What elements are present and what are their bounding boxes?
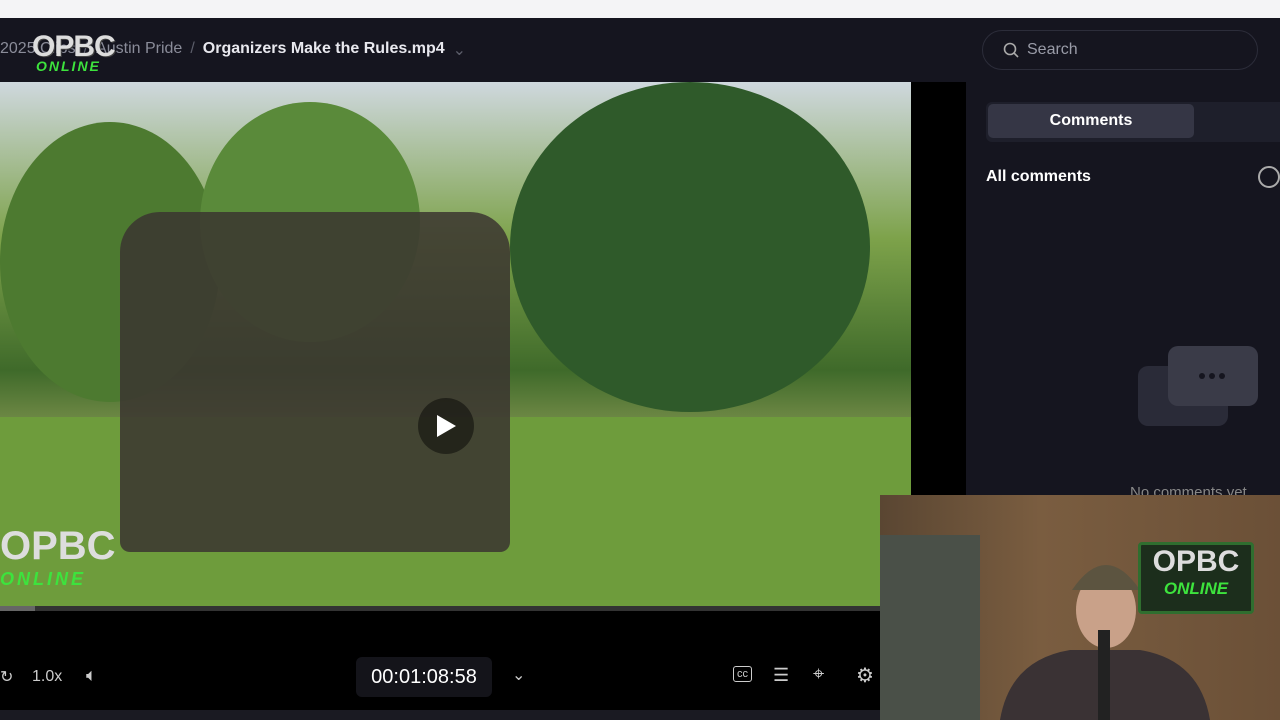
- location-pin-icon[interactable]: ⌖: [813, 663, 824, 686]
- bottom-bar: [0, 710, 880, 720]
- search-icon: [1003, 42, 1019, 58]
- filter-icon[interactable]: [1258, 166, 1280, 188]
- webcam-logo-sign: OPBC ONLINE: [1138, 542, 1254, 614]
- opbc-logo: OPBC ONLINE: [32, 30, 152, 74]
- captions-icon[interactable]: cc: [733, 666, 752, 682]
- watermark-subtext: ONLINE: [0, 569, 87, 589]
- video-watermark: OPBC ONLINE: [0, 524, 116, 590]
- watermark-text: OPBC: [0, 524, 116, 568]
- panel-tabs: Comments: [986, 102, 1280, 142]
- search-input[interactable]: Search: [982, 30, 1258, 70]
- search-placeholder: Search: [1027, 41, 1078, 58]
- playback-speed-button[interactable]: 1.0x: [32, 668, 62, 686]
- browser-bookmark-strip: [0, 0, 1280, 18]
- logo-subtext: ONLINE: [36, 58, 101, 74]
- volume-icon[interactable]: 🔈︎: [86, 665, 97, 686]
- player-controls: ↻ 1.0x 🔈︎ 00:01:08:58 ⌄ cc ☰ ⌖ ⚙: [0, 611, 880, 710]
- breadcrumb-separator: /: [190, 40, 195, 57]
- video-frame[interactable]: OPBC ONLINE: [0, 82, 911, 606]
- sign-subtext: ONLINE: [1163, 579, 1229, 598]
- comments-filter-label[interactable]: All comments: [986, 168, 1091, 186]
- comments-panel: Comments All comments No comments yet: [966, 82, 1280, 501]
- chevron-down-icon[interactable]: ⌄: [512, 665, 525, 685]
- gear-icon[interactable]: ⚙: [856, 663, 874, 688]
- timecode-display[interactable]: 00:01:08:58: [356, 657, 492, 697]
- app-header: 2025 Clips / Austin Pride / Organizers M…: [0, 18, 1280, 82]
- chat-bubbles-icon: [1138, 346, 1258, 426]
- chevron-down-icon[interactable]: ⌄: [453, 40, 466, 60]
- loop-icon[interactable]: ↻: [0, 667, 13, 687]
- play-icon: [437, 415, 456, 437]
- tab-comments[interactable]: Comments: [988, 104, 1194, 138]
- transcript-icon[interactable]: ☰: [773, 665, 789, 686]
- current-file-name[interactable]: Organizers Make the Rules.mp4: [203, 40, 445, 60]
- play-button[interactable]: [418, 398, 474, 454]
- sign-text: OPBC: [1152, 545, 1240, 578]
